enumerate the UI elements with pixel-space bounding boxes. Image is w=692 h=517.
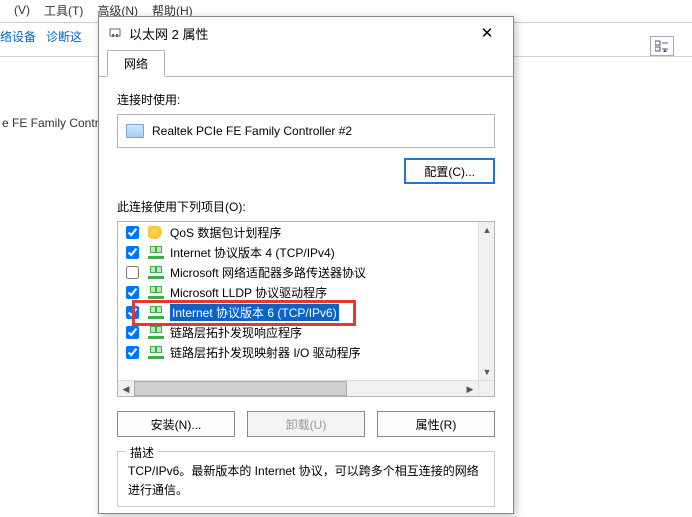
install-button[interactable]: 安装(N)... (117, 411, 235, 437)
action-button-row: 安装(N)... 卸载(U) 属性(R) (117, 411, 495, 437)
nic-icon (126, 124, 144, 138)
network-protocol-icon (148, 286, 164, 299)
adapter-name: Realtek PCIe FE Family Controller #2 (152, 124, 352, 138)
protocol-checkbox[interactable] (126, 226, 139, 239)
dialog-titlebar: 以太网 2 属性 ✕ (99, 17, 513, 49)
protocol-label: Internet 协议版本 4 (TCP/IPv4) (170, 244, 335, 261)
protocol-label: 链路层拓扑发现映射器 I/O 驱动程序 (170, 344, 361, 361)
list-item[interactable]: 链路层拓扑发现映射器 I/O 驱动程序 (118, 342, 478, 362)
configure-button[interactable]: 配置(C)... (404, 158, 495, 184)
network-protocol-icon (148, 266, 164, 279)
ethernet-properties-dialog: 以太网 2 属性 ✕ 网络 连接时使用: Realtek PCIe FE Fam… (98, 16, 514, 514)
list-item[interactable]: Internet 协议版本 6 (TCP/IPv6) (118, 302, 478, 322)
bg-toolbar: 络设备 诊断这 (0, 28, 82, 45)
protocol-listbox[interactable]: QoS 数据包计划程序 Internet 协议版本 4 (TCP/IPv4) Mic… (117, 221, 495, 397)
protocol-checkbox[interactable] (126, 246, 139, 259)
bg-toolbar-item[interactable]: 络设备 (0, 28, 36, 45)
protocol-checkbox[interactable] (126, 326, 139, 339)
list-item[interactable]: Microsoft LLDP 协议驱动程序 (118, 282, 478, 302)
vertical-scrollbar[interactable]: ▲ ▼ (478, 222, 494, 380)
scroll-corner (478, 380, 494, 396)
item-properties-button[interactable]: 属性(R) (377, 411, 495, 437)
dialog-title: 以太网 2 属性 (129, 24, 467, 43)
protocol-checkbox[interactable] (126, 266, 139, 279)
protocol-label: QoS 数据包计划程序 (170, 224, 281, 241)
list-item[interactable]: Internet 协议版本 4 (TCP/IPv4) (118, 242, 478, 262)
network-protocol-icon (148, 346, 164, 359)
scroll-up-button[interactable]: ▲ (479, 222, 495, 238)
items-label: 此连接使用下列项目(O): (117, 198, 495, 215)
protocol-label: Microsoft LLDP 协议驱动程序 (170, 284, 327, 301)
qos-icon (148, 226, 164, 239)
dialog-body: 连接时使用: Realtek PCIe FE Family Controller… (99, 77, 513, 513)
horizontal-scrollbar[interactable]: ◀ ▶ (118, 380, 478, 396)
description-text: TCP/IPv6。最新版本的 Internet 协议，可以跨多个相互连接的网络进… (128, 462, 484, 500)
bg-menu-item[interactable]: (V) (14, 3, 30, 17)
protocol-checkbox[interactable] (126, 286, 139, 299)
protocol-label: Microsoft 网络适配器多路传送器协议 (170, 264, 366, 281)
adapter-display: Realtek PCIe FE Family Controller #2 (117, 114, 495, 148)
scroll-left-button[interactable]: ◀ (118, 381, 134, 397)
tab-network[interactable]: 网络 (107, 50, 165, 77)
tab-strip: 网络 (99, 49, 513, 77)
connect-using-label: 连接时使用: (117, 91, 495, 108)
bg-menu-item[interactable]: 工具(T) (44, 2, 83, 19)
uninstall-button: 卸载(U) (247, 411, 365, 437)
bg-adapter-name-fragment: e FE Family Contr (0, 116, 99, 130)
ethernet-icon (107, 25, 123, 41)
protocol-checkbox[interactable] (126, 346, 139, 359)
scroll-right-button[interactable]: ▶ (462, 381, 478, 397)
network-protocol-icon (148, 246, 164, 259)
list-item[interactable]: QoS 数据包计划程序 (118, 222, 478, 242)
bg-toolbar-item[interactable]: 诊断这 (46, 28, 82, 45)
protocol-label: Internet 协议版本 6 (TCP/IPv6) (170, 304, 339, 321)
description-legend: 描述 (126, 444, 158, 461)
description-group: 描述 TCP/IPv6。最新版本的 Internet 协议，可以跨多个相互连接的… (117, 451, 495, 507)
close-button[interactable]: ✕ (467, 19, 507, 47)
scroll-thumb[interactable] (134, 381, 347, 396)
view-mode-button[interactable] (650, 36, 674, 56)
list-item[interactable]: Microsoft 网络适配器多路传送器协议 (118, 262, 478, 282)
network-protocol-icon (148, 326, 164, 339)
scroll-down-button[interactable]: ▼ (479, 364, 495, 380)
network-protocol-icon (148, 306, 164, 319)
protocol-label: 链路层拓扑发现响应程序 (170, 324, 302, 341)
list-item[interactable]: 链路层拓扑发现响应程序 (118, 322, 478, 342)
protocol-checkbox[interactable] (126, 306, 139, 319)
